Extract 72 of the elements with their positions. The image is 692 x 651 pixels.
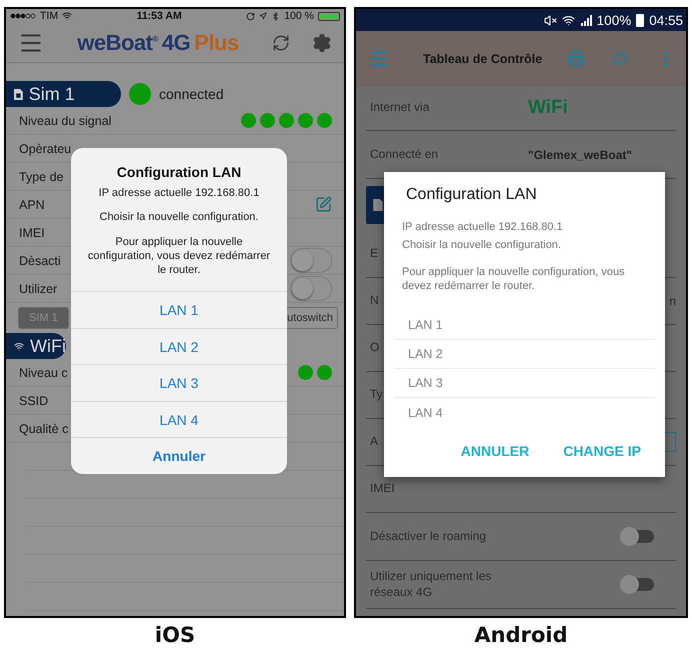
lan-option[interactable]: LAN 4 — [394, 398, 655, 428]
signal-bars-icon — [580, 14, 592, 26]
dialog-message: Pour appliquer la nouvelle configuration, vous devez redémarrer le router. — [401, 264, 626, 294]
row-label: N — [370, 293, 379, 309]
edit-icon[interactable] — [315, 196, 332, 213]
lan-option[interactable]: LAN 4 — [71, 400, 287, 438]
clock-time: 11:53 AM — [136, 10, 182, 22]
section-header: WiFi — [6, 333, 66, 359]
wifi-icon — [14, 340, 24, 352]
lan-option[interactable]: LAN 1 — [394, 311, 655, 340]
dialog-message: IP adresse actuelle 192.168.80.1 — [401, 220, 564, 235]
row-label: Internet via — [370, 100, 430, 116]
lan-option[interactable]: LAN 2 — [394, 340, 655, 370]
row-label: IMEI — [19, 226, 45, 240]
battery-percent: 100% — [596, 12, 632, 28]
settings-icon[interactable] — [312, 32, 332, 52]
battery-percent: 100 % — [284, 10, 314, 22]
bluetooth-icon — [271, 12, 280, 20]
dialog-action-button[interactable]: CHANGE IP — [563, 443, 641, 460]
row-value: n — [669, 294, 676, 308]
row-label: Niveau du signal — [19, 114, 112, 128]
row-label: O — [370, 340, 380, 356]
row-label: Dèsacti — [19, 254, 61, 268]
dialog-title: Configuration LAN — [116, 163, 242, 182]
dialog-title: Configuration LAN — [405, 186, 538, 205]
cancel-button[interactable]: Annuler — [71, 437, 287, 474]
toolbar-title: Tableau de Contrôle — [423, 52, 544, 66]
row-label: Type de — [19, 170, 64, 184]
carrier-name: TIM — [40, 10, 58, 22]
row-label: SSID — [19, 394, 48, 408]
lan-option[interactable]: LAN 3 — [71, 364, 287, 401]
sim-card-icon — [14, 88, 23, 100]
mute-icon — [544, 14, 557, 26]
row-label: Qualitè c — [19, 422, 68, 436]
battery-icon — [318, 12, 340, 20]
row-label: Utilizer uniquement les réseaux 4G — [370, 568, 492, 600]
clock-time: 04:55 — [649, 12, 683, 28]
platform-caption: Android — [474, 623, 568, 647]
row-label: Connecté en — [370, 146, 440, 162]
lan-option[interactable]: LAN 2 — [71, 328, 287, 364]
dialog-action-button[interactable]: ANNULER — [460, 443, 530, 460]
dialog-message: Pour appliquer la nouvelle configuration, vous devez redémarrer le router. — [86, 234, 272, 278]
row-label: Niveau c — [19, 366, 68, 380]
printer-icon[interactable] — [567, 50, 585, 68]
dialog-message: Choisir la nouvelle configuration. — [98, 210, 260, 226]
signal-strength-icon — [10, 13, 36, 19]
connection-status: connected — [159, 86, 224, 102]
row-label: IMEI — [370, 481, 395, 497]
lan-option[interactable]: LAN 3 — [394, 369, 655, 398]
row-label: E — [370, 246, 378, 262]
lan-option[interactable]: LAN 1 — [71, 291, 287, 328]
row-label: Ty — [370, 387, 383, 403]
dialog-message: Choisir la nouvelle configuration. — [401, 238, 562, 254]
app-logo: weBoat$^{®}$ 4G Plus — [76, 30, 240, 56]
dialog-message: IP adresse actuelle 192.168.80.1 — [98, 186, 260, 201]
location-arrow-icon — [259, 12, 268, 20]
row-label: A — [370, 434, 378, 450]
network-name: "Glemex_weBoat" — [528, 148, 632, 162]
refresh-icon[interactable] — [272, 34, 290, 52]
toggle-switch[interactable] — [290, 248, 332, 273]
toggle-switch[interactable] — [290, 276, 332, 301]
wifi-icon — [62, 11, 72, 21]
row-label: APN — [19, 198, 45, 212]
connection-type: WiFi — [528, 97, 568, 119]
platform-caption: iOS — [154, 623, 196, 647]
battery-icon — [636, 14, 644, 26]
row-label: Désactiver le roaming — [370, 528, 488, 544]
row-label: Utilizer — [19, 282, 58, 296]
section-header: Sim 1 — [6, 81, 121, 107]
signal-dots-drawing — [298, 365, 332, 380]
wifi-icon — [562, 14, 575, 26]
row-label: Opèrateu — [19, 142, 72, 156]
